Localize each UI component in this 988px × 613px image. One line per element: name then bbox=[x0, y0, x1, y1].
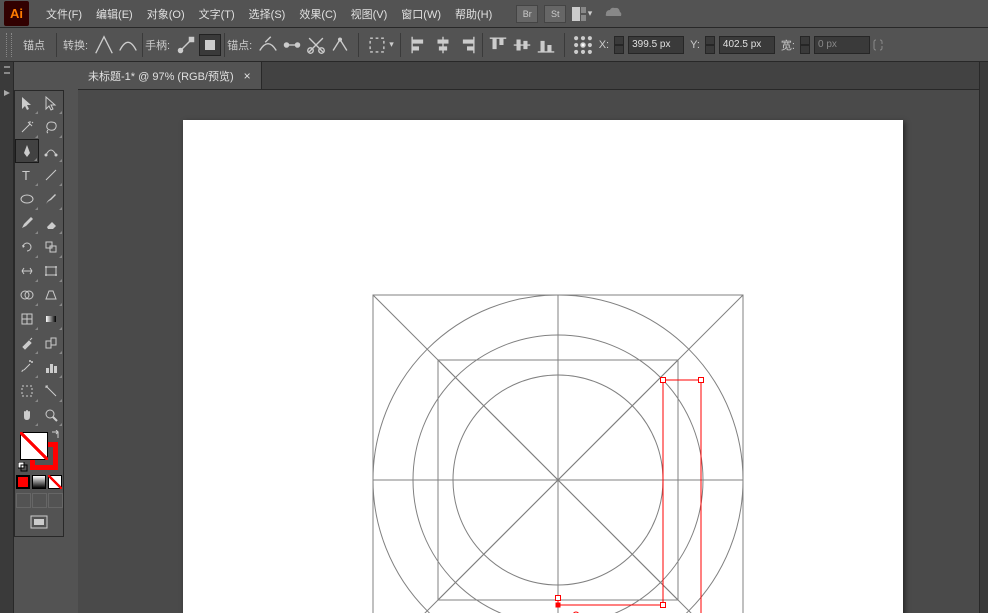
show-handles-icon[interactable] bbox=[175, 34, 197, 56]
connect-anchor-icon[interactable] bbox=[281, 34, 303, 56]
convert-smooth-icon[interactable] bbox=[117, 34, 139, 56]
fill-swatch[interactable] bbox=[20, 432, 48, 460]
zoom-icon[interactable] bbox=[39, 403, 63, 427]
artboard-icon[interactable] bbox=[15, 379, 39, 403]
canvas[interactable] bbox=[78, 90, 979, 613]
artboard bbox=[183, 120, 903, 613]
lasso-icon[interactable] bbox=[39, 115, 63, 139]
document-tab[interactable]: 未标题-1* @ 97% (RGB/预览) × bbox=[78, 62, 262, 89]
panel-grip[interactable] bbox=[6, 33, 12, 57]
screen-mode-icon[interactable] bbox=[15, 511, 63, 533]
align-vcenter-icon[interactable] bbox=[511, 34, 533, 56]
convert-point-icon[interactable] bbox=[329, 34, 351, 56]
default-fill-stroke-icon[interactable] bbox=[18, 462, 28, 472]
menu-select[interactable]: 选择(S) bbox=[242, 3, 293, 25]
type-icon[interactable]: T bbox=[15, 163, 39, 187]
pencil-icon[interactable] bbox=[15, 211, 39, 235]
color-mode-icon[interactable] bbox=[16, 475, 30, 489]
menu-object[interactable]: 对象(O) bbox=[140, 3, 192, 25]
rectangle-icon[interactable] bbox=[15, 187, 39, 211]
menu-edit[interactable]: 编辑(E) bbox=[89, 3, 140, 25]
draw-inside-icon[interactable] bbox=[48, 493, 63, 508]
line-icon[interactable] bbox=[39, 163, 63, 187]
eyedropper-icon[interactable] bbox=[15, 331, 39, 355]
align-top-icon[interactable] bbox=[487, 34, 509, 56]
symbol-sprayer-icon[interactable] bbox=[15, 355, 39, 379]
align-hcenter-icon[interactable] bbox=[432, 34, 454, 56]
direct-selection-icon[interactable] bbox=[39, 91, 63, 115]
svg-text:T: T bbox=[22, 168, 30, 183]
curvature-icon[interactable] bbox=[39, 139, 63, 163]
stock-icon[interactable]: St bbox=[544, 5, 566, 23]
menu-effect[interactable]: 效果(C) bbox=[292, 3, 343, 25]
x-label: X: bbox=[599, 39, 609, 51]
gradient-mode-icon[interactable] bbox=[32, 475, 46, 489]
menu-type[interactable]: 文字(T) bbox=[192, 3, 242, 25]
anchor-mode-label: 锚点 bbox=[23, 37, 45, 53]
hide-handles-icon[interactable] bbox=[199, 34, 221, 56]
document-tab-label: 未标题-1* @ 97% (RGB/预览) bbox=[88, 68, 234, 84]
reference-point-icon[interactable] bbox=[572, 34, 594, 56]
column-graph-icon[interactable] bbox=[39, 355, 63, 379]
menu-window[interactable]: 窗口(W) bbox=[394, 3, 448, 25]
draw-normal-icon[interactable] bbox=[16, 493, 31, 508]
perspective-icon[interactable] bbox=[39, 283, 63, 307]
eraser-icon[interactable] bbox=[39, 211, 63, 235]
width-icon[interactable] bbox=[15, 259, 39, 283]
x-input[interactable] bbox=[628, 36, 684, 54]
selection-icon[interactable] bbox=[15, 91, 39, 115]
shape-builder-icon[interactable] bbox=[15, 283, 39, 307]
fill-stroke-swatch[interactable] bbox=[18, 430, 60, 472]
toolbox: T bbox=[14, 90, 64, 537]
isolate-icon[interactable] bbox=[366, 34, 388, 56]
hand-icon[interactable] bbox=[15, 403, 39, 427]
align-bottom-icon[interactable] bbox=[535, 34, 557, 56]
align-left-icon[interactable] bbox=[408, 34, 430, 56]
mesh-icon[interactable] bbox=[15, 307, 39, 331]
scale-icon[interactable] bbox=[39, 235, 63, 259]
close-tab-icon[interactable]: × bbox=[244, 69, 251, 83]
link-wh-icon[interactable] bbox=[872, 35, 884, 55]
sync-icon[interactable] bbox=[603, 4, 623, 23]
w-label: 宽: bbox=[781, 37, 795, 53]
anchor2-label: 锚点: bbox=[227, 37, 252, 53]
swap-fill-stroke-icon[interactable] bbox=[50, 430, 60, 440]
paintbrush-icon[interactable] bbox=[39, 187, 63, 211]
remove-anchor-icon[interactable] bbox=[257, 34, 279, 56]
y-input[interactable] bbox=[719, 36, 775, 54]
align-right-icon[interactable] bbox=[456, 34, 478, 56]
none-mode-icon[interactable] bbox=[48, 475, 62, 489]
draw-behind-icon[interactable] bbox=[32, 493, 47, 508]
bridge-icon[interactable]: Br bbox=[516, 5, 538, 23]
magic-wand-icon[interactable] bbox=[15, 115, 39, 139]
rotate-icon[interactable] bbox=[15, 235, 39, 259]
right-panel-rail[interactable] bbox=[979, 62, 988, 613]
handle-label: 手柄: bbox=[145, 37, 170, 53]
menu-view[interactable]: 视图(V) bbox=[344, 3, 395, 25]
gradient-icon[interactable] bbox=[39, 307, 63, 331]
menu-help[interactable]: 帮助(H) bbox=[448, 3, 499, 25]
y-label: Y: bbox=[690, 39, 700, 51]
left-panel-rail[interactable] bbox=[0, 62, 14, 613]
expand-panels-icon[interactable] bbox=[2, 88, 12, 98]
blend-icon[interactable] bbox=[39, 331, 63, 355]
w-input[interactable] bbox=[814, 36, 870, 54]
menu-file[interactable]: 文件(F) bbox=[39, 3, 89, 25]
convert-corner-icon[interactable] bbox=[93, 34, 115, 56]
arrange-documents-icon[interactable]: ▾ bbox=[572, 6, 592, 22]
cut-path-icon[interactable] bbox=[305, 34, 327, 56]
pen-icon[interactable] bbox=[15, 139, 39, 163]
free-transform-icon[interactable] bbox=[39, 259, 63, 283]
slice-icon[interactable] bbox=[39, 379, 63, 403]
app-logo: Ai bbox=[4, 1, 29, 26]
convert-label: 转换: bbox=[63, 37, 88, 53]
